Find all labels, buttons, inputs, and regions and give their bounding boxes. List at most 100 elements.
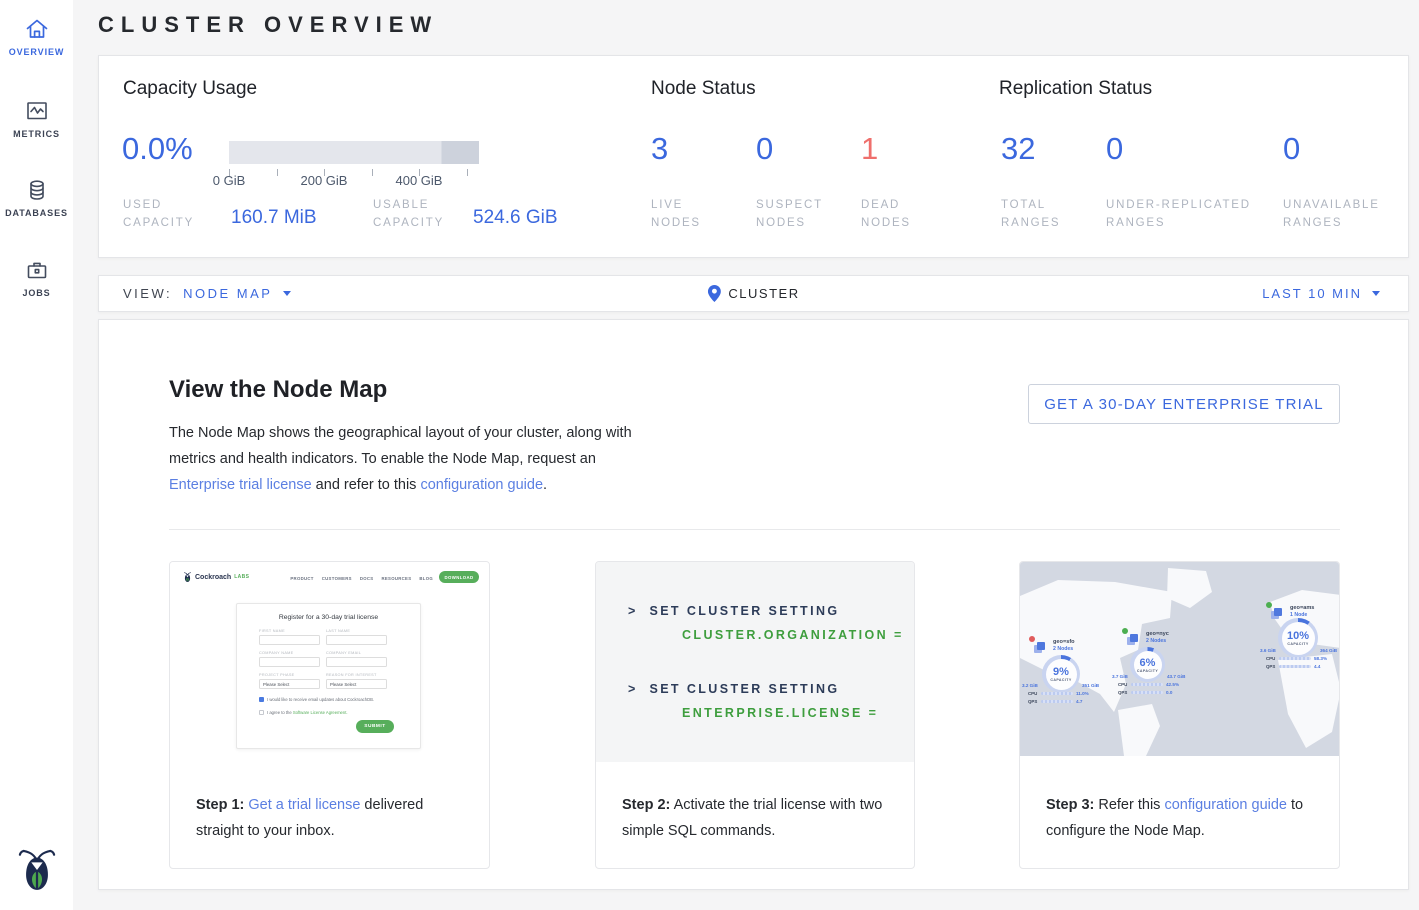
total-ranges-label: TOTAL RANGES xyxy=(1001,196,1071,232)
mini-nav-item: CUSTOMERS xyxy=(322,576,352,581)
time-range-dropdown[interactable]: LAST 10 MIN xyxy=(1262,276,1380,311)
locality-node-count: 2 Nodes xyxy=(1146,638,1166,644)
mini-nav-item: PRODUCT xyxy=(290,576,313,581)
description-text: and refer to this xyxy=(312,477,421,493)
cluster-summary-panel: Capacity Usage 0.0% 0 GiB 200 GiB 400 Gi… xyxy=(98,55,1409,258)
enterprise-trial-license-link[interactable]: Enterprise trial license xyxy=(169,477,312,493)
unavailable-ranges-label: UNAVAILABLE RANGES xyxy=(1283,196,1413,232)
node-map-preview: geo=sfo 2 Nodes 9% CAPACITY 3.2 GiB 351 … xyxy=(1020,562,1339,762)
sidebar-item-jobs[interactable]: JOBS xyxy=(0,257,73,298)
gauge-tick xyxy=(467,169,468,176)
mini-registration-form: Register for a 30-day trial license FIRS… xyxy=(236,603,421,749)
cockroach-icon xyxy=(18,845,56,893)
sql-code-block: > SET CLUSTER SETTING CLUSTER.ORGANIZATI… xyxy=(596,562,914,762)
locality-name: geo=sfo xyxy=(1053,639,1075,645)
mini-checkbox-text: I agree to the xyxy=(267,710,293,715)
suspect-nodes-label: SUSPECT NODES xyxy=(756,196,836,232)
mini-site-nav: PRODUCT CUSTOMERS DOCS RESOURCES BLOG xyxy=(290,576,433,581)
dead-nodes-label: DEAD NODES xyxy=(861,196,921,232)
status-dot-icon xyxy=(1029,636,1035,642)
mini-site-brand-text: Cockroach xyxy=(195,574,231,581)
mini-site-brand-suffix: LABS xyxy=(234,574,249,580)
sql-prompt: > xyxy=(628,604,638,618)
capacity-used: 3.7 GiB xyxy=(1112,674,1128,679)
node-status-title: Node Status xyxy=(651,78,756,100)
metrics-chart-icon xyxy=(24,98,50,124)
configuration-guide-link[interactable]: configuration guide xyxy=(420,477,543,493)
step-2-caption: Step 2: Activate the trial license with … xyxy=(596,762,914,844)
mini-field-label: FIRST NAME xyxy=(259,629,285,633)
step-3-card: geo=sfo 2 Nodes 9% CAPACITY 3.2 GiB 351 … xyxy=(1019,561,1340,869)
mini-license-link: Software License Agreement. xyxy=(293,710,348,715)
replication-status-title: Replication Status xyxy=(999,78,1152,100)
step-label: Step 3: xyxy=(1046,797,1094,813)
unavailable-ranges-value: 0 xyxy=(1283,131,1300,167)
mini-field-label: COMPANY NAME xyxy=(259,651,293,655)
usable-capacity-value: 524.6 GiB xyxy=(473,207,558,229)
under-replicated-ranges-value: 0 xyxy=(1106,131,1123,167)
cockroach-labs-logo xyxy=(0,845,73,898)
mini-field-label: REASON FOR INTEREST xyxy=(326,673,377,677)
sidebar-item-databases[interactable]: DATABASES xyxy=(0,177,73,218)
mini-download-button: DOWNLOAD xyxy=(439,571,479,583)
get-trial-license-link[interactable]: Get a trial license xyxy=(248,797,360,813)
capacity-percent: 6% xyxy=(1140,657,1156,669)
sidebar-item-label: OVERVIEW xyxy=(0,47,73,57)
node-stack-icon xyxy=(1037,642,1045,650)
sql-argument: CLUSTER.ORGANIZATION = xyxy=(682,628,904,642)
status-dot-icon xyxy=(1122,628,1128,634)
capacity-used-percent: 0.0% xyxy=(122,131,193,167)
view-label: VIEW: xyxy=(123,286,172,301)
meter-value: 42.5% xyxy=(1166,682,1179,687)
capacity-label: CAPACITY xyxy=(1137,669,1158,673)
sql-statement: > SET CLUSTER SETTING xyxy=(628,682,840,696)
meter-bar xyxy=(1131,683,1163,687)
step-3-caption: Step 3: Refer this configuration guide t… xyxy=(1020,762,1339,844)
node-map-heading: View the Node Map xyxy=(169,376,387,404)
enterprise-trial-button[interactable]: GET A 30-DAY ENTERPRISE TRIAL xyxy=(1028,384,1340,424)
capacity-total: 364 GiB xyxy=(1320,648,1337,653)
section-divider xyxy=(169,529,1340,530)
dead-nodes-value: 1 xyxy=(861,131,878,167)
mini-form-title: Register for a 30-day trial license xyxy=(237,614,420,621)
view-bar: VIEW: NODE MAP CLUSTER LAST 10 MIN xyxy=(98,275,1409,312)
meter-value: 4.4 xyxy=(1314,664,1320,669)
sidebar-item-metrics[interactable]: METRICS xyxy=(0,98,73,139)
step-label: Step 2: xyxy=(622,797,670,813)
capacity-total: 43.7 GiB xyxy=(1167,674,1185,679)
capacity-label: CAPACITY xyxy=(1050,678,1071,682)
meter-label: QPS xyxy=(1266,664,1276,669)
locality-indicator: CLUSTER xyxy=(707,276,799,311)
mini-checkbox-row: I agree to the Software License Agreemen… xyxy=(259,710,348,715)
cockroach-icon xyxy=(183,571,192,583)
mini-site-logo: Cockroach LABS xyxy=(183,571,249,583)
time-range-value: LAST 10 MIN xyxy=(1262,286,1362,301)
mini-select: Please Select xyxy=(326,679,387,689)
configuration-guide-link[interactable]: configuration guide xyxy=(1164,797,1287,813)
sql-setting-name: CLUSTER.ORGANIZATION = xyxy=(682,628,904,642)
meter-bar xyxy=(1279,665,1311,669)
cpu-meter: CPU 11.0% xyxy=(1028,691,1089,696)
description-text: . xyxy=(543,477,547,493)
meter-label: CPU xyxy=(1028,691,1038,696)
view-value: NODE MAP xyxy=(183,286,272,301)
checkbox-icon xyxy=(259,710,264,715)
view-selector-dropdown[interactable]: VIEW: NODE MAP xyxy=(123,276,291,311)
locality-name: geo=nyc xyxy=(1146,631,1169,637)
mini-input xyxy=(326,657,387,667)
qps-meter: QPS 4.7 xyxy=(1028,699,1082,704)
mini-input xyxy=(259,657,320,667)
sql-keyword: SET CLUSTER SETTING xyxy=(649,682,839,696)
meter-label: QPS xyxy=(1118,690,1128,695)
capacity-gauge-bar xyxy=(229,141,479,164)
live-nodes-value: 3 xyxy=(651,131,668,167)
step-2-card: > SET CLUSTER SETTING CLUSTER.ORGANIZATI… xyxy=(595,561,915,869)
step-label: Step 1: xyxy=(196,797,248,813)
capacity-donut: 6% CAPACITY xyxy=(1130,647,1165,682)
status-dot-icon xyxy=(1266,602,1272,608)
gauge-tick-label: 200 GiB xyxy=(294,173,354,188)
meter-bar xyxy=(1279,657,1311,661)
used-capacity-label: USED CAPACITY xyxy=(123,196,218,232)
meter-label: CPU xyxy=(1118,682,1128,687)
sidebar-item-overview[interactable]: OVERVIEW xyxy=(0,16,73,57)
